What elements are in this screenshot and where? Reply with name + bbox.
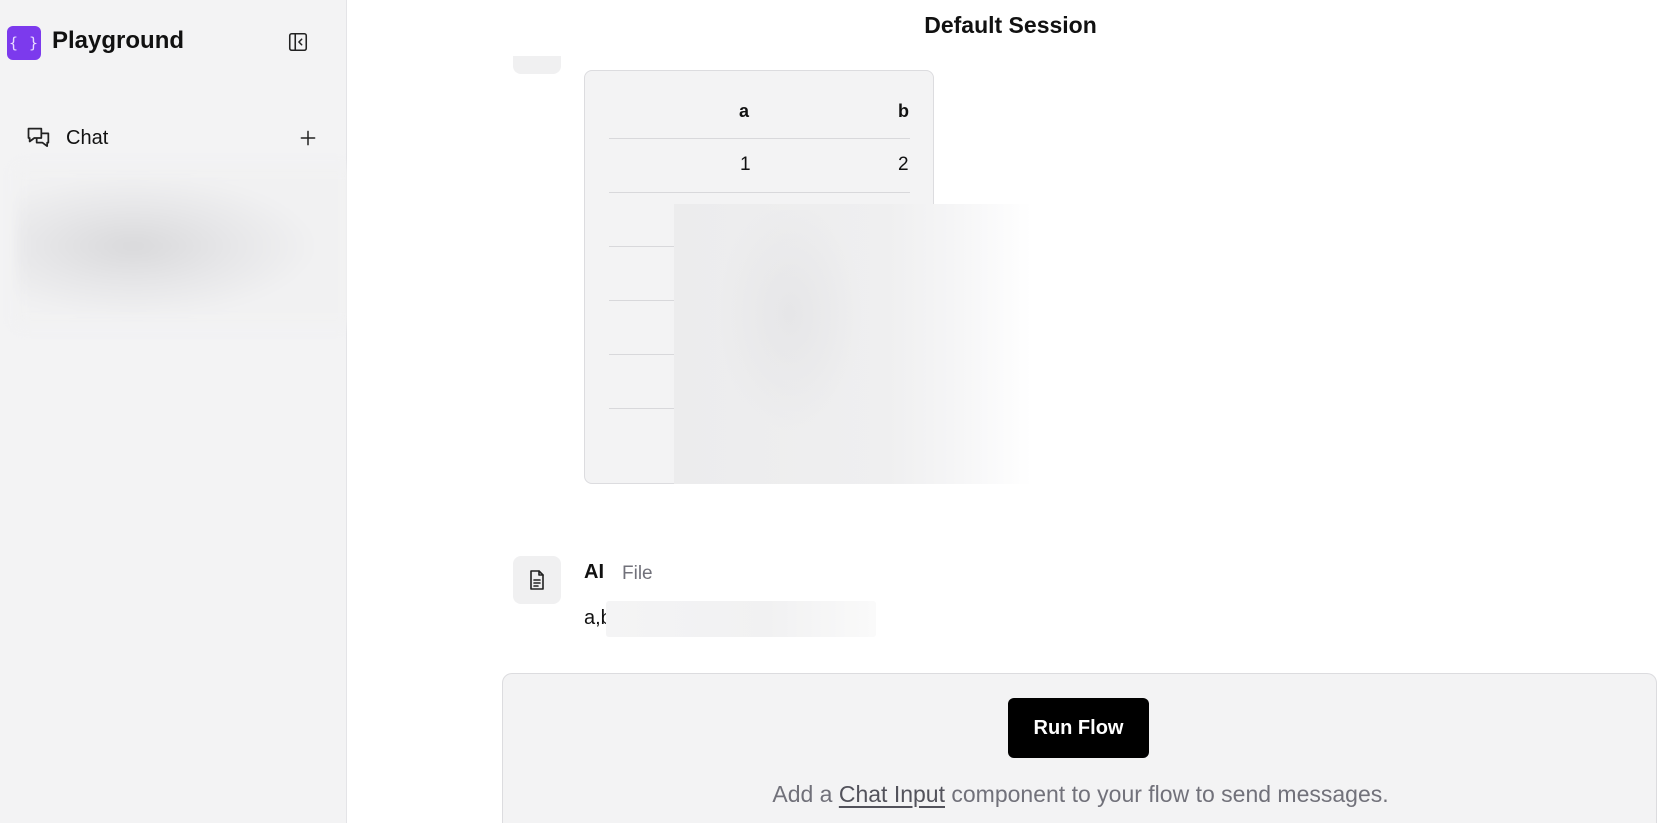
file-text-icon [530, 570, 544, 590]
sidebar-item-label: Chat [66, 126, 109, 149]
table-header-a: a [739, 101, 750, 121]
blurred-message-text [606, 601, 876, 637]
message-sender: AI [584, 561, 604, 583]
sidebar: { } Playground Chat [0, 0, 351, 823]
table-divider [609, 408, 675, 409]
table-cell: 2 [898, 154, 909, 175]
hint-text-after: component to your flow to send messages. [945, 781, 1389, 807]
chat-main: Default Session a b 1 2 AI File a,b Run … [347, 0, 1674, 823]
panel-left-close-icon [288, 32, 308, 52]
table-divider [609, 300, 675, 301]
input-hint: Add a Chat Input component to your flow … [503, 781, 1658, 808]
app-title: Playground [52, 27, 185, 54]
message-avatar [513, 56, 561, 74]
app-logo: { } [7, 26, 41, 60]
new-chat-button[interactable] [294, 124, 322, 152]
table-divider [609, 138, 910, 139]
sidebar-item-chat[interactable]: Chat [16, 118, 316, 158]
table-divider [609, 246, 675, 247]
messages-square-icon [24, 123, 54, 153]
message-tag: File [622, 563, 653, 584]
run-flow-button[interactable]: Run Flow [1008, 698, 1149, 758]
plus-icon [300, 130, 316, 146]
chat-input-link[interactable]: Chat Input [839, 781, 945, 807]
table-divider [609, 192, 910, 193]
session-title: Default Session [924, 12, 1097, 38]
blurred-session-list [16, 166, 351, 326]
table-cell: 1 [740, 154, 751, 175]
table-divider [609, 354, 675, 355]
chat-input-panel: Run Flow Add a Chat Input component to y… [502, 673, 1657, 823]
blurred-table-detail [700, 210, 880, 470]
hint-text-before: Add a [772, 781, 839, 807]
ai-avatar [513, 556, 561, 604]
table-header-b: b [898, 101, 909, 121]
collapse-sidebar-button[interactable] [284, 28, 312, 56]
